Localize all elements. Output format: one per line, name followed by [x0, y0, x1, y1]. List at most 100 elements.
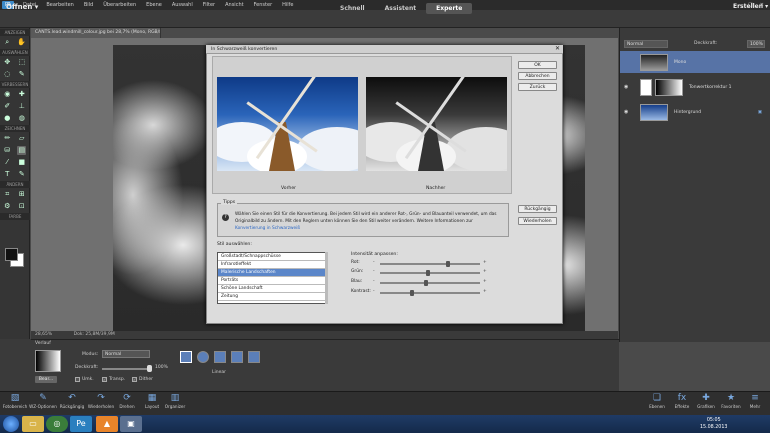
menu-view[interactable]: Ansicht [220, 2, 248, 8]
opacity-slider-handle[interactable] [147, 365, 152, 372]
menu-select[interactable]: Auswahl [167, 2, 198, 8]
foreground-color-swatch[interactable] [5, 248, 18, 261]
layer-opacity-input[interactable]: 100% [747, 40, 765, 48]
tab-quick[interactable]: Schnell [330, 3, 375, 14]
eraser-icon[interactable]: ▱ [17, 134, 26, 143]
hand-icon[interactable]: ✋ [17, 38, 26, 47]
style-item[interactable]: Zeitung [218, 293, 327, 301]
type-icon[interactable]: T [3, 170, 12, 179]
clone-stamp-icon[interactable]: ⊥ [17, 102, 26, 111]
dialog-close-icon[interactable]: ✕ [555, 45, 560, 52]
redo-dialog-button[interactable]: Wiederholen [518, 217, 557, 225]
angle-gradient-button[interactable] [214, 351, 226, 363]
blur-icon[interactable]: ● [3, 114, 12, 123]
tool-options-button[interactable]: ✎ WZ-Optionen [28, 393, 58, 409]
blend-mode-select[interactable]: Normal [624, 40, 668, 48]
style-item[interactable]: Großstadt/Schnappschüsse [218, 253, 327, 261]
zoom-icon[interactable]: ⌕ [3, 38, 12, 47]
content-move-icon[interactable]: ⚙ [3, 202, 12, 211]
style-item[interactable]: Schöne Landschaft [218, 285, 327, 293]
document-tab[interactable]: CANTS.lead.windmill_colour.jpg bei 28,7%… [31, 28, 161, 38]
checkbox-box[interactable]: ✓ [132, 377, 137, 382]
smart-brush-icon[interactable]: ✐ [3, 102, 12, 111]
tab-guided[interactable]: Assistent [375, 3, 427, 14]
green-slider-track[interactable] [380, 272, 480, 274]
menu-enhance[interactable]: Überarbeiten [98, 2, 141, 8]
healing-brush-icon[interactable]: ✚ [17, 90, 26, 99]
marquee-icon[interactable]: ⬚ [17, 58, 26, 67]
shape-icon[interactable]: ■ [17, 158, 26, 167]
vlc-icon[interactable]: ▲ [96, 416, 118, 432]
eye-icon[interactable]: ◉ [624, 109, 628, 115]
undo-dialog-button[interactable]: Rückgängig [518, 205, 557, 213]
layer-row-mono[interactable]: Mono [620, 51, 770, 73]
chrome-icon[interactable]: ◎ [46, 416, 68, 432]
tips-help-link[interactable]: Konvertierung in Schwarzweiß [235, 226, 300, 231]
app-taskbar-icon[interactable]: ▣ [120, 416, 142, 432]
crop-icon[interactable]: ⌗ [3, 190, 12, 199]
mode-select[interactable]: Normal [102, 350, 150, 358]
undo-button[interactable]: ↶ Rückgängig [57, 393, 87, 409]
quick-select-icon[interactable]: ✎ [17, 70, 26, 79]
menu-layer[interactable]: Ebene [141, 2, 167, 8]
eye-icon[interactable]: ◉ [624, 84, 628, 90]
tab-expert[interactable]: Experte [426, 3, 473, 14]
photoshop-elements-taskbar-icon[interactable]: Pe [70, 416, 92, 432]
red-slider-track[interactable] [380, 263, 480, 265]
gradient-icon[interactable]: ▤ [17, 145, 27, 155]
info-icon: ? [222, 214, 229, 221]
ok-button[interactable]: OK [518, 61, 557, 69]
create-button[interactable]: Erstellen ▾ [733, 3, 768, 10]
lock-icon[interactable]: ▣ [758, 110, 762, 115]
explorer-icon[interactable]: ▭ [22, 416, 44, 432]
checkbox-box[interactable] [75, 377, 80, 382]
lasso-icon[interactable]: ◌ [3, 70, 12, 79]
menu-filter[interactable]: Filter [198, 2, 220, 8]
photo-bin-button[interactable]: ▧ Fotobereich [0, 393, 30, 409]
green-slider-handle[interactable] [426, 270, 430, 276]
contrast-slider-handle[interactable] [410, 290, 414, 296]
sponge-icon[interactable]: ◍ [17, 114, 26, 123]
paint-bucket-icon[interactable]: ⛁ [3, 146, 12, 155]
menu-image[interactable]: Bild [79, 2, 98, 8]
style-list[interactable]: Großstadt/Schnappschüsse Infrarotleffekt… [217, 252, 328, 304]
style-item[interactable]: Malerische Landschaften [218, 269, 327, 277]
reverse-checkbox[interactable]: Umk. [75, 377, 94, 382]
blue-slider-handle[interactable] [424, 280, 428, 286]
more-button[interactable]: ≡ Mehr [740, 393, 770, 409]
layer-row-background[interactable]: ◉ Hintergrund ▣ [620, 101, 770, 123]
red-eye-icon[interactable]: ◉ [3, 90, 12, 99]
style-item[interactable]: Porträts [218, 277, 327, 285]
move-icon[interactable]: ✥ [3, 58, 12, 67]
straighten-icon[interactable]: ⊡ [17, 202, 26, 211]
linear-gradient-button[interactable] [180, 351, 192, 363]
reflected-gradient-button[interactable] [231, 351, 243, 363]
eyedropper-icon[interactable]: ⁄ [3, 158, 12, 167]
gradient-preview[interactable] [35, 350, 61, 372]
pencil-icon[interactable]: ✎ [17, 170, 26, 179]
layer-row-levels[interactable]: ◉ Tonwertkorrektur 1 [620, 76, 770, 98]
edit-gradient-button[interactable]: Bear... [35, 376, 57, 383]
diamond-gradient-button[interactable] [248, 351, 260, 363]
menu-window[interactable]: Fenster [249, 2, 278, 8]
dither-checkbox[interactable]: ✓ Dither [132, 377, 153, 382]
radial-gradient-button[interactable] [197, 351, 209, 363]
organizer-button[interactable]: ▥ Organizer [160, 393, 190, 409]
menu-help[interactable]: Hilfe [277, 2, 298, 8]
transparency-checkbox[interactable]: ✓ Transp. [102, 377, 125, 382]
style-item[interactable]: Infrarotleffekt [218, 261, 327, 269]
blue-slider-track[interactable] [380, 282, 480, 284]
open-button[interactable]: Öffnen ▾ [6, 3, 38, 11]
menu-edit[interactable]: Bearbeiten [41, 2, 78, 8]
system-clock[interactable]: 05:05 15.08.2013 [700, 417, 727, 431]
recompose-icon[interactable]: ⊞ [17, 190, 26, 199]
cancel-button[interactable]: Abbrechen [518, 72, 557, 80]
style-list-scrollbar[interactable] [325, 252, 328, 304]
brush-icon[interactable]: ✏ [3, 134, 12, 143]
reset-button[interactable]: Zurück [518, 83, 557, 91]
checkbox-box[interactable]: ✓ [102, 377, 107, 382]
red-slider-handle[interactable] [446, 261, 450, 267]
windows-start-icon[interactable] [3, 416, 19, 432]
opacity-slider-track[interactable] [102, 368, 150, 370]
contrast-slider-track[interactable] [380, 292, 480, 294]
